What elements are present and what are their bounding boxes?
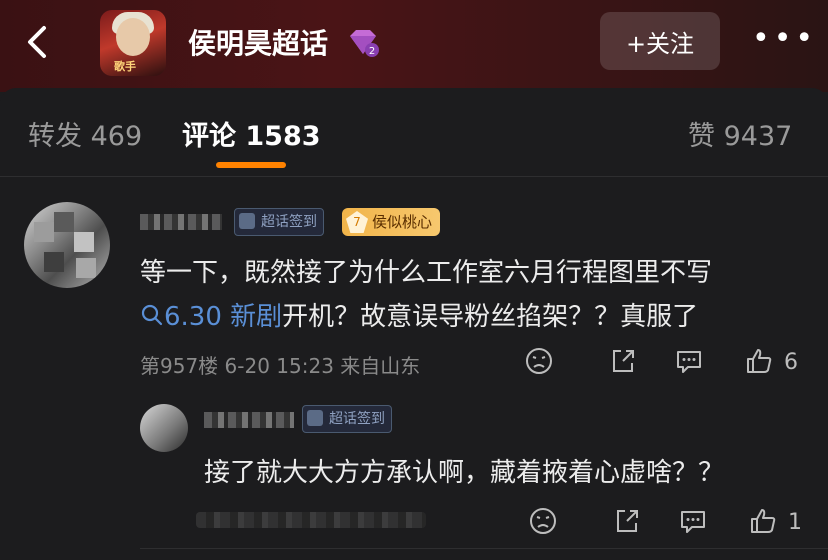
reply-meta-redacted: [196, 512, 426, 528]
topic-title[interactable]: 侯明昊超话: [188, 22, 328, 62]
search-icon: [141, 304, 163, 326]
active-tab-indicator: [216, 162, 286, 168]
fan-badge-label: 侯似桃心: [372, 213, 433, 231]
avatar[interactable]: [140, 404, 188, 452]
tab-divider: [0, 176, 828, 177]
comment-text-rest: 开机？故意误导粉丝掐架？？真服了: [282, 302, 699, 332]
comment-icon[interactable]: [678, 506, 708, 536]
username-redacted[interactable]: [140, 214, 222, 230]
check-icon: [307, 410, 323, 426]
tab-forward[interactable]: 转发 469: [28, 114, 142, 153]
like-count: 1: [788, 510, 802, 535]
reply-divider: [140, 548, 828, 549]
avatar-text: 歌手: [114, 60, 136, 73]
dislike-face-icon[interactable]: [528, 506, 558, 536]
share-icon[interactable]: [612, 506, 642, 536]
topic-link[interactable]: 6.30 新剧: [164, 302, 282, 332]
more-button[interactable]: •••: [752, 24, 817, 54]
follow-button[interactable]: +关注: [600, 12, 720, 70]
dislike-face-icon[interactable]: [524, 346, 554, 376]
comment-text-line1: 等一下，既然接了为什么工作室六月行程图里不写: [140, 258, 713, 288]
comment-icon[interactable]: [674, 346, 704, 376]
sign-in-badge: 超话签到: [234, 208, 324, 236]
thumbs-up-icon[interactable]: [744, 346, 774, 376]
tab-likes[interactable]: 赞 9437: [688, 114, 792, 153]
thumbs-up-icon[interactable]: [748, 506, 778, 536]
topic-avatar[interactable]: 歌手: [100, 10, 166, 76]
comment-meta: 第957楼 6-20 15:23 来自山东: [140, 354, 421, 378]
svg-text:2: 2: [369, 46, 375, 57]
avatar[interactable]: [24, 202, 110, 288]
username-redacted[interactable]: [204, 412, 294, 428]
like-count: 6: [784, 350, 798, 375]
sign-in-badge-label: 超话签到: [261, 214, 317, 230]
check-icon: [239, 213, 255, 229]
share-icon[interactable]: [608, 346, 638, 376]
sign-in-badge-label: 超话签到: [329, 411, 385, 427]
fan-level: 7: [346, 211, 368, 233]
chevron-left-icon[interactable]: [20, 22, 60, 62]
tab-comments[interactable]: 评论 1583: [182, 114, 321, 153]
sign-in-badge: 超话签到: [302, 405, 392, 433]
fan-badge: 7 侯似桃心: [342, 208, 441, 236]
gem-level-2-icon: 2: [350, 30, 379, 57]
comment-text-line2: 6.30 新剧开机？故意误导粉丝掐架？？真服了: [140, 296, 698, 333]
reply-text: 接了就大大方方承认啊，藏着掖着心虚啥？？: [204, 458, 725, 488]
